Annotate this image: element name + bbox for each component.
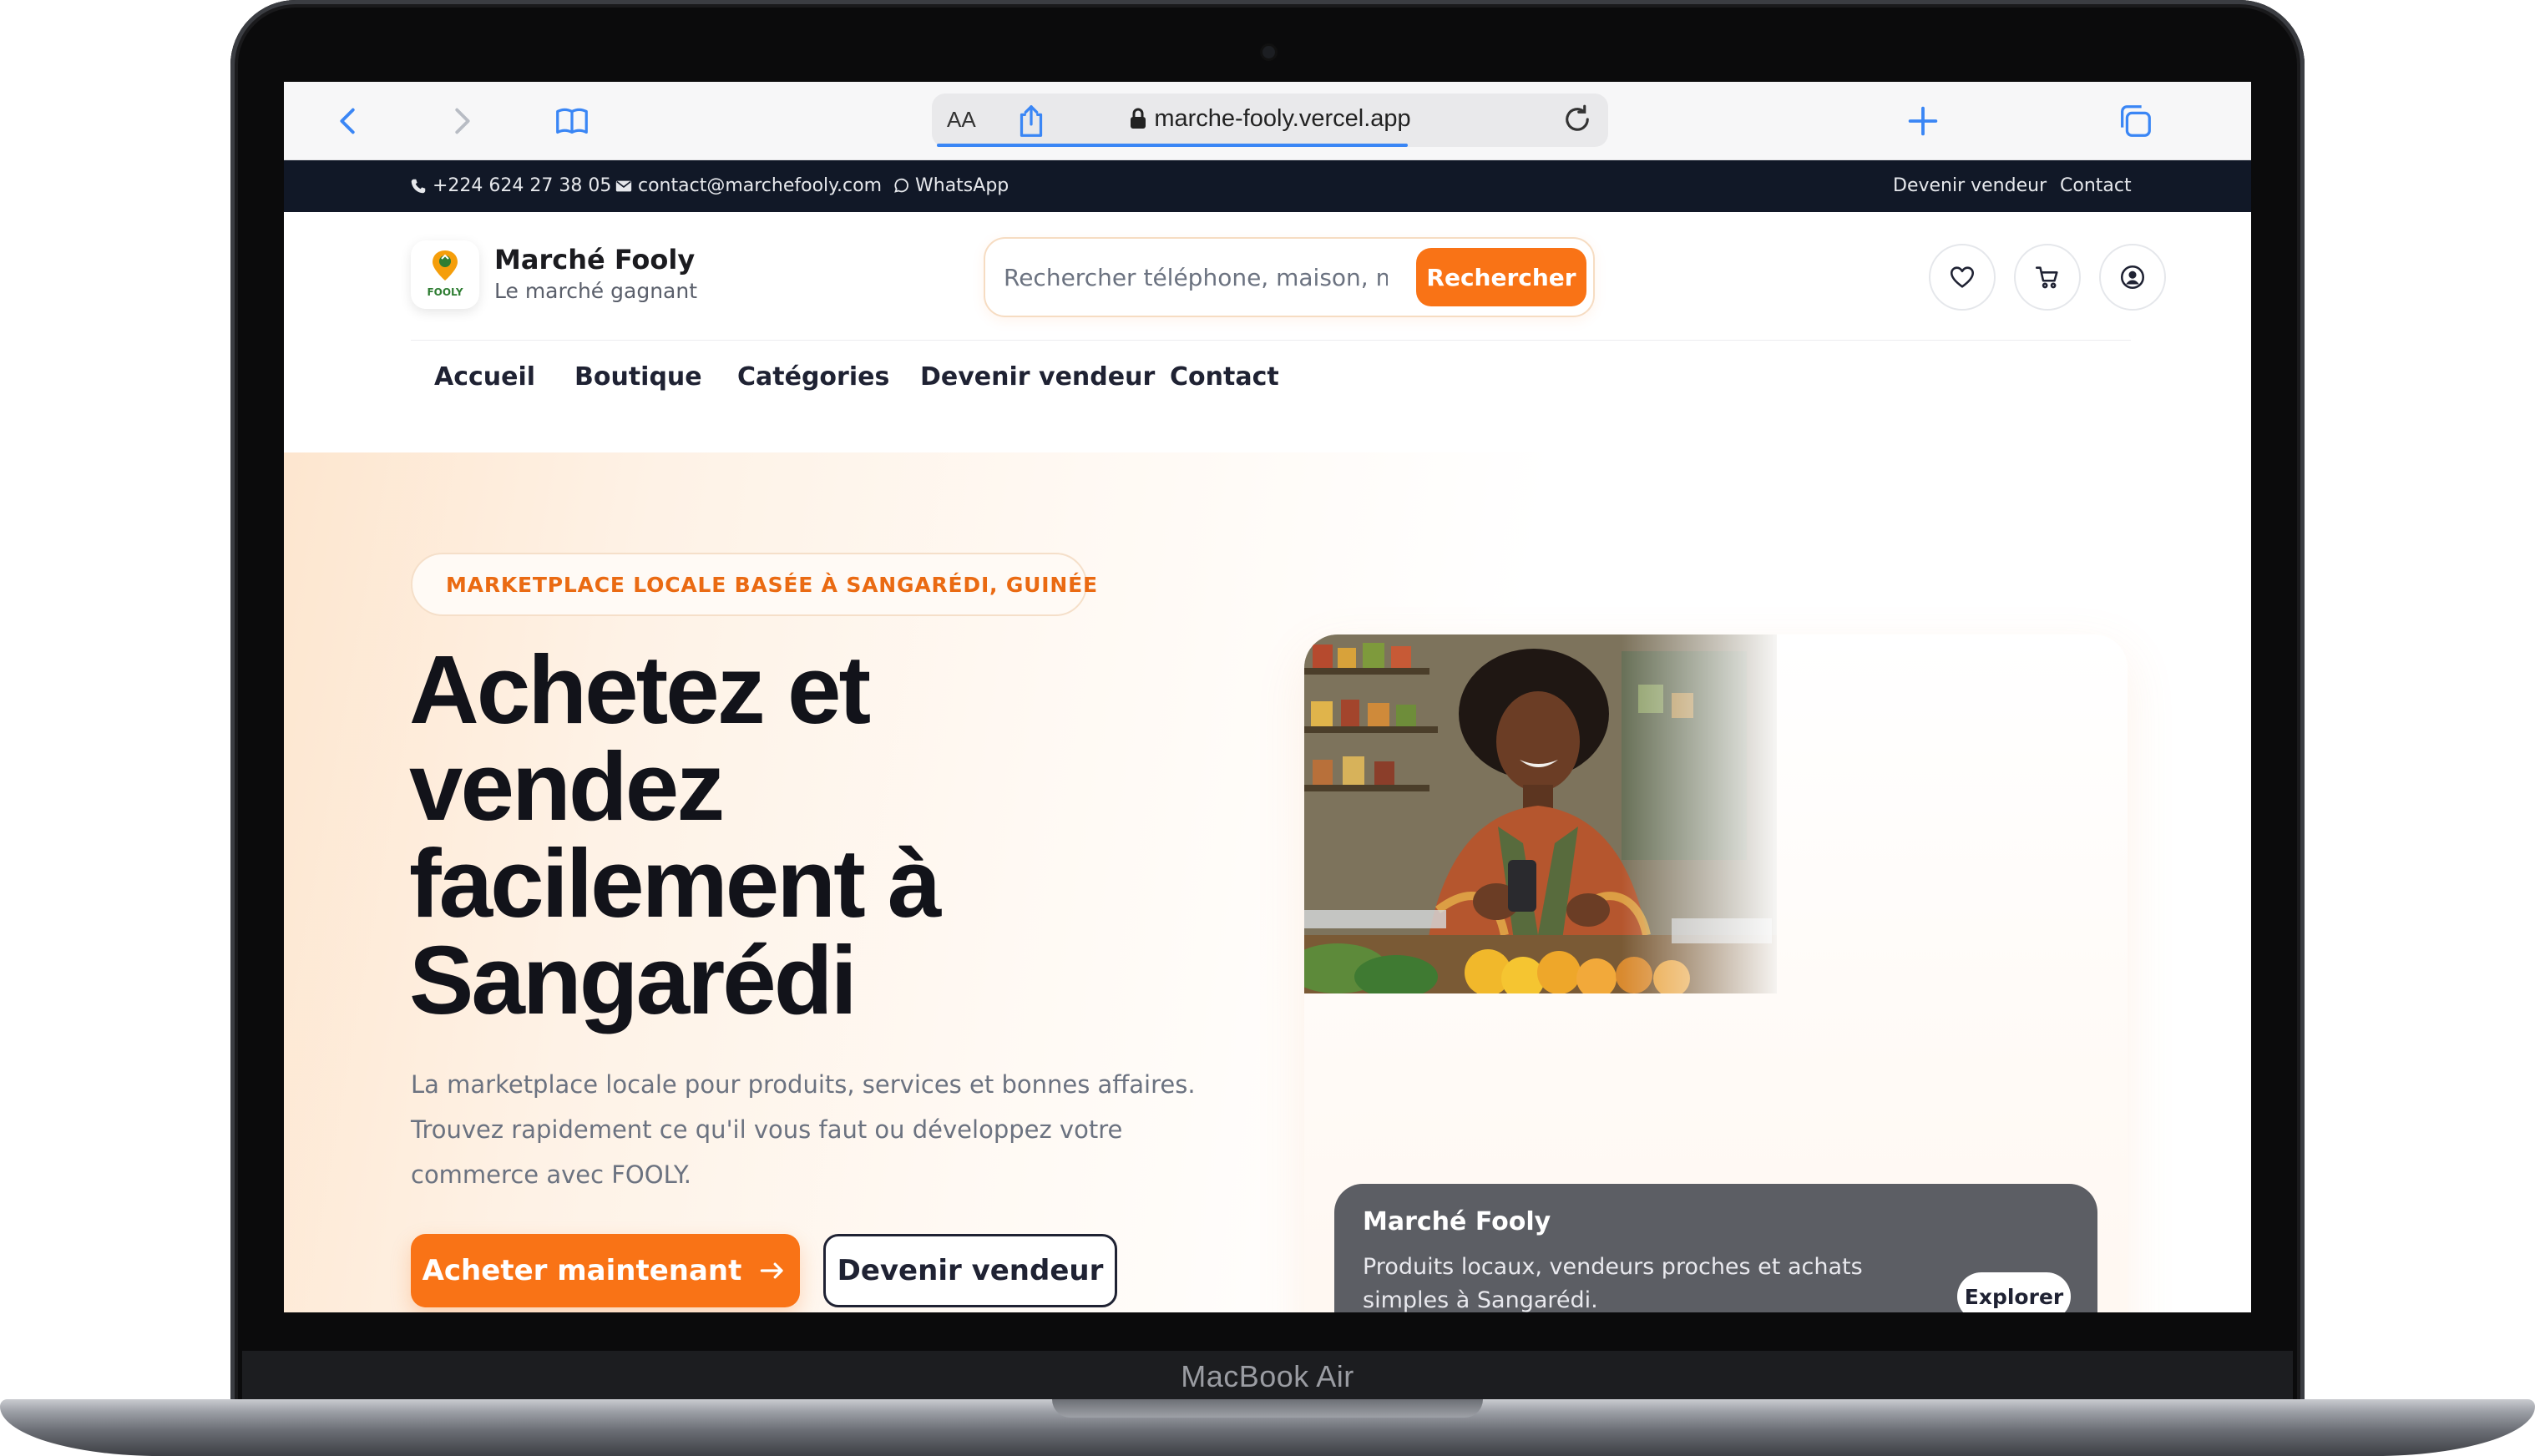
nav-item-devenir-vendeur[interactable]: Devenir vendeur — [920, 362, 1155, 392]
laptop-notch — [1052, 1399, 1483, 1418]
hero-title: Achetez et vendez facilement à Sangarédi — [409, 635, 942, 1034]
site-logo[interactable]: FOOLY — [411, 240, 479, 309]
page-load-progress — [937, 144, 1408, 147]
become-seller-button[interactable]: Devenir vendeur — [823, 1234, 1117, 1307]
user-icon — [2120, 265, 2145, 290]
new-tab-icon[interactable] — [1902, 100, 1944, 142]
site-header: FOOLY Marché Fooly Le marché gagnant Rec… — [284, 212, 2251, 341]
webcam — [1262, 46, 1275, 58]
brand-name[interactable]: Marché Fooly — [494, 244, 695, 276]
hero-section: MARKETPLACE LOCALE BASÉE À SANGARÉDI, GU… — [284, 452, 2251, 1312]
account-button[interactable] — [2099, 244, 2166, 311]
topbar-whatsapp[interactable]: WhatsApp — [892, 175, 1009, 196]
location-badge: MARKETPLACE LOCALE BASÉE À SANGARÉDI, GU… — [411, 553, 1097, 616]
topbar-link-contact[interactable]: Contact — [2060, 175, 2132, 196]
topbar-phone[interactable]: +224 624 27 38 05 — [409, 175, 611, 196]
tabs-overview-icon[interactable] — [2114, 100, 2156, 142]
contact-topbar: +224 624 27 38 05 contact@marchefooly.co… — [284, 160, 2251, 212]
overlay-text: Produits locaux, vendeurs proches et ach… — [1363, 1254, 1863, 1312]
search-input[interactable] — [1004, 257, 1388, 297]
topbar-email[interactable]: contact@marchefooly.com — [615, 175, 882, 196]
cart-icon — [2035, 266, 2058, 289]
phone-icon — [411, 179, 426, 193]
overlay-title: Marché Fooly — [1363, 1207, 1551, 1236]
nav-item-accueil[interactable]: Accueil — [434, 362, 535, 392]
heart-icon — [1950, 266, 1975, 288]
nav-item-contact[interactable]: Contact — [1170, 362, 1279, 392]
buy-now-button[interactable]: Acheter maintenant — [411, 1234, 800, 1307]
arrow-right-icon — [761, 1262, 784, 1279]
map-pin-logo-icon: FOOLY — [427, 250, 463, 298]
svg-text:FOOLY: FOOLY — [427, 286, 463, 298]
laptop-chin: MacBook Air — [242, 1351, 2293, 1401]
hero-card: Marché Fooly Produits locaux, vendeurs p… — [1304, 634, 2128, 1312]
whatsapp-icon — [894, 178, 908, 193]
safari-toolbar: AA marche-fooly.vercel.app — [284, 82, 2251, 160]
photo-fade — [1622, 634, 1777, 993]
mail-icon — [615, 180, 632, 191]
lock-icon — [1131, 108, 1146, 129]
forward-icon[interactable] — [441, 100, 483, 142]
screen: AA marche-fooly.vercel.app +224 624 27 3… — [284, 82, 2251, 1312]
hero-description: La marketplace locale pour produits, ser… — [411, 1070, 1196, 1189]
search-bar: Rechercher — [984, 237, 1595, 317]
wishlist-button[interactable] — [1929, 244, 1996, 311]
main-nav: Accueil Boutique Catégories Devenir vend… — [284, 341, 2251, 452]
back-icon[interactable] — [327, 100, 369, 142]
nav-item-categories[interactable]: Catégories — [737, 362, 889, 392]
brand-tagline: Le marché gagnant — [494, 279, 698, 303]
search-button[interactable]: Rechercher — [1416, 248, 1586, 306]
nav-item-boutique[interactable]: Boutique — [574, 362, 702, 392]
device-label: MacBook Air — [1181, 1359, 1354, 1393]
url-text: marche-fooly.vercel.app — [1154, 105, 1411, 132]
topbar-link-devenir-vendeur[interactable]: Devenir vendeur — [1893, 175, 2047, 196]
share-icon[interactable] — [1010, 100, 1052, 142]
explore-button[interactable]: Explorer — [1957, 1272, 2071, 1312]
hero-photo — [1304, 634, 1777, 993]
hero-card-overlay: Marché Fooly Produits locaux, vendeurs p… — [1334, 1184, 2097, 1312]
cart-button[interactable] — [2014, 244, 2081, 311]
bookmarks-icon[interactable] — [551, 100, 593, 142]
reload-icon[interactable] — [1560, 102, 1595, 137]
